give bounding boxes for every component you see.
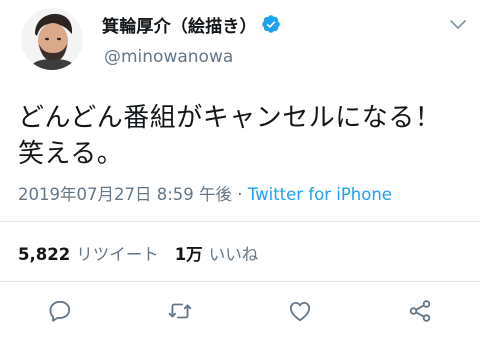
- share-icon[interactable]: [407, 298, 433, 324]
- tweet-header: 箕輪厚介（絵描き） @minowanowa: [0, 0, 480, 90]
- likes-label: いいね: [208, 245, 259, 264]
- tweet-text-line-1: どんどん番組がキャンセルになる！: [18, 103, 442, 133]
- verified-badge-icon: [261, 14, 281, 34]
- avatar-image: [21, 8, 83, 70]
- retweets-stat[interactable]: 5,822 リツイート: [18, 245, 159, 264]
- heart-icon[interactable]: [287, 298, 313, 324]
- retweets-label: リツイート: [76, 245, 159, 264]
- tweet-card: 箕輪厚介（絵描き） @minowanowa どんどん番組がキャンセルになる！ 笑…: [0, 0, 480, 340]
- tweet-meta: 2019年07月27日 8:59 午後 · Twitter for iPhone: [18, 181, 392, 205]
- reply-icon[interactable]: [47, 298, 73, 324]
- timestamp[interactable]: 2019年07月27日 8:59 午後: [18, 185, 232, 204]
- name-row: 箕輪厚介（絵描き）: [102, 12, 281, 37]
- tweet-text-line-2: 笑える。: [18, 139, 124, 169]
- tweet-source-link[interactable]: Twitter for iPhone: [248, 185, 392, 204]
- retweets-count: 5,822: [18, 245, 71, 264]
- display-name[interactable]: 箕輪厚介（絵描き）: [102, 12, 257, 37]
- meta-separator: ·: [232, 185, 248, 204]
- retweet-icon[interactable]: [167, 298, 193, 324]
- divider: [0, 221, 480, 222]
- divider: [0, 281, 480, 282]
- tweet-stats: 5,822 リツイート 1万 いいね: [18, 241, 258, 265]
- chevron-down-icon[interactable]: [448, 14, 468, 34]
- tweet-actions: [0, 296, 480, 332]
- likes-stat[interactable]: 1万 いいね: [175, 245, 258, 264]
- likes-count: 1万: [174, 245, 203, 264]
- avatar[interactable]: [21, 8, 83, 70]
- tweet-text: どんどん番組がキャンセルになる！ 笑える。: [18, 100, 468, 172]
- user-handle[interactable]: @minowanowa: [104, 47, 233, 67]
